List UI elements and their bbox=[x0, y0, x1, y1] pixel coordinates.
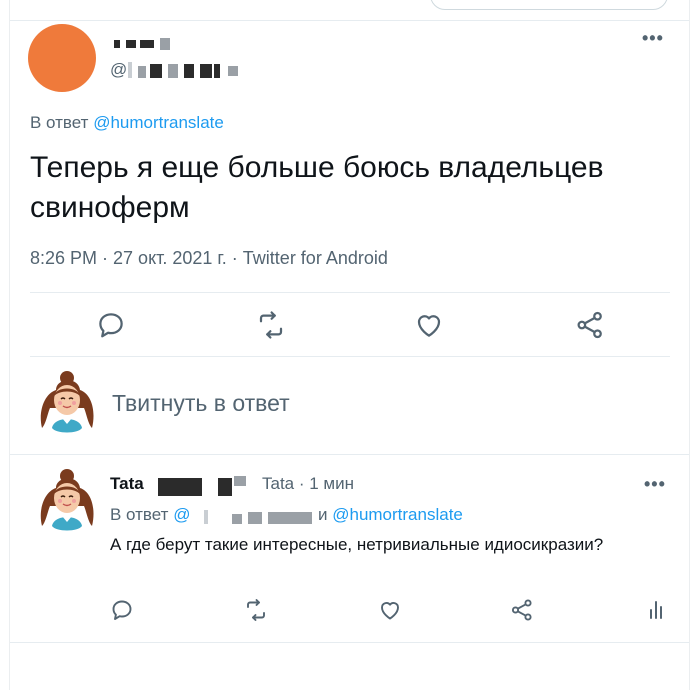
like-icon-2[interactable] bbox=[378, 598, 402, 622]
reply-author-avatar[interactable] bbox=[32, 466, 102, 536]
reply-icon-2[interactable] bbox=[110, 598, 134, 622]
tweet-meta: 8:26 PM · 27 окт. 2021 г. · Twitter for … bbox=[30, 248, 388, 268]
author-avatar[interactable] bbox=[28, 24, 96, 92]
reply-more-icon[interactable]: ••• bbox=[644, 474, 666, 495]
reply-to-line: В ответ @humortranslate bbox=[30, 113, 224, 133]
reply-handle-time: Tata · 1 мин bbox=[262, 474, 354, 493]
reply-to-handle-prefix-2[interactable]: @ bbox=[173, 505, 190, 524]
retweet-icon-2[interactable] bbox=[244, 598, 268, 622]
reply-to-label: В ответ bbox=[30, 113, 89, 132]
author-handle-prefix: @ bbox=[110, 60, 128, 79]
tweet-more-icon[interactable]: ••• bbox=[642, 28, 664, 49]
reply-to-tail-2: и @humortranslate bbox=[318, 505, 463, 525]
reply-to-conjunction: и bbox=[318, 505, 328, 524]
reply-to-handle-link[interactable]: @humortranslate bbox=[93, 113, 224, 132]
reply-author-name[interactable]: Tata bbox=[110, 474, 144, 494]
actions-divider bbox=[30, 356, 670, 357]
reply-to-label-2: В ответ bbox=[110, 505, 169, 524]
top-divider bbox=[10, 20, 689, 21]
analytics-icon[interactable] bbox=[644, 598, 668, 622]
compose-divider bbox=[10, 454, 689, 455]
bottom-divider bbox=[10, 642, 689, 643]
like-icon[interactable] bbox=[414, 310, 444, 340]
share-icon-2[interactable] bbox=[510, 598, 534, 622]
reply-icon[interactable] bbox=[96, 310, 126, 340]
tweet-text: Теперь я еще больше боюсь владельцев сви… bbox=[30, 151, 604, 224]
reply-to-line-2: В ответ @ bbox=[110, 505, 190, 525]
retweet-icon[interactable] bbox=[256, 310, 286, 340]
frame-border-left bbox=[9, 0, 10, 690]
reply-text: А где берут такие интересные, нетривиаль… bbox=[110, 535, 604, 554]
user-avatar[interactable] bbox=[32, 368, 102, 438]
reply-to-handle-link-2[interactable]: @humortranslate bbox=[332, 505, 463, 524]
search-box[interactable] bbox=[430, 0, 668, 10]
share-icon[interactable] bbox=[575, 310, 605, 340]
meta-divider bbox=[30, 292, 670, 293]
compose-reply-input[interactable]: Твитнуть в ответ bbox=[112, 390, 290, 417]
